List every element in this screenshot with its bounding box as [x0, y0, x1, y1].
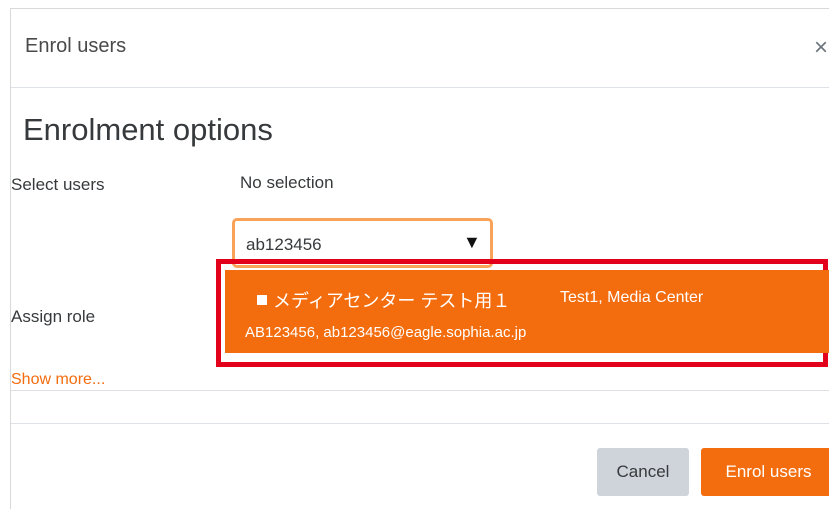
selection-status: No selection: [240, 173, 334, 192]
footer-divider: [11, 423, 829, 424]
user-id-email: AB123456, ab123456@eagle.sophia.ac.jp: [245, 324, 527, 341]
user-full-name: Test1, Media Center: [560, 289, 704, 306]
dropdown-arrow-icon[interactable]: ▼: [463, 232, 481, 253]
dialog-title: Enrol users: [25, 35, 127, 57]
dialog-header: Enrol users ×: [11, 9, 829, 88]
user-square-icon: [257, 295, 267, 305]
user-search-input[interactable]: ab123456: [246, 235, 322, 255]
show-more-link[interactable]: Show more...: [11, 371, 105, 389]
user-suggestion-option[interactable]: メディアセンター テスト用１ Test1, Media Center AB123…: [225, 270, 829, 353]
select-users-label: Select users: [11, 175, 105, 194]
user-name-jp: メディアセンター テスト用１: [273, 291, 511, 311]
cancel-button[interactable]: Cancel: [597, 448, 689, 496]
close-icon[interactable]: ×: [806, 33, 829, 63]
assign-role-label: Assign role: [11, 307, 96, 326]
enrol-users-button[interactable]: Enrol users: [701, 448, 829, 496]
form-divider: [11, 390, 829, 391]
enrolment-options-heading: Enrolment options: [23, 112, 273, 147]
